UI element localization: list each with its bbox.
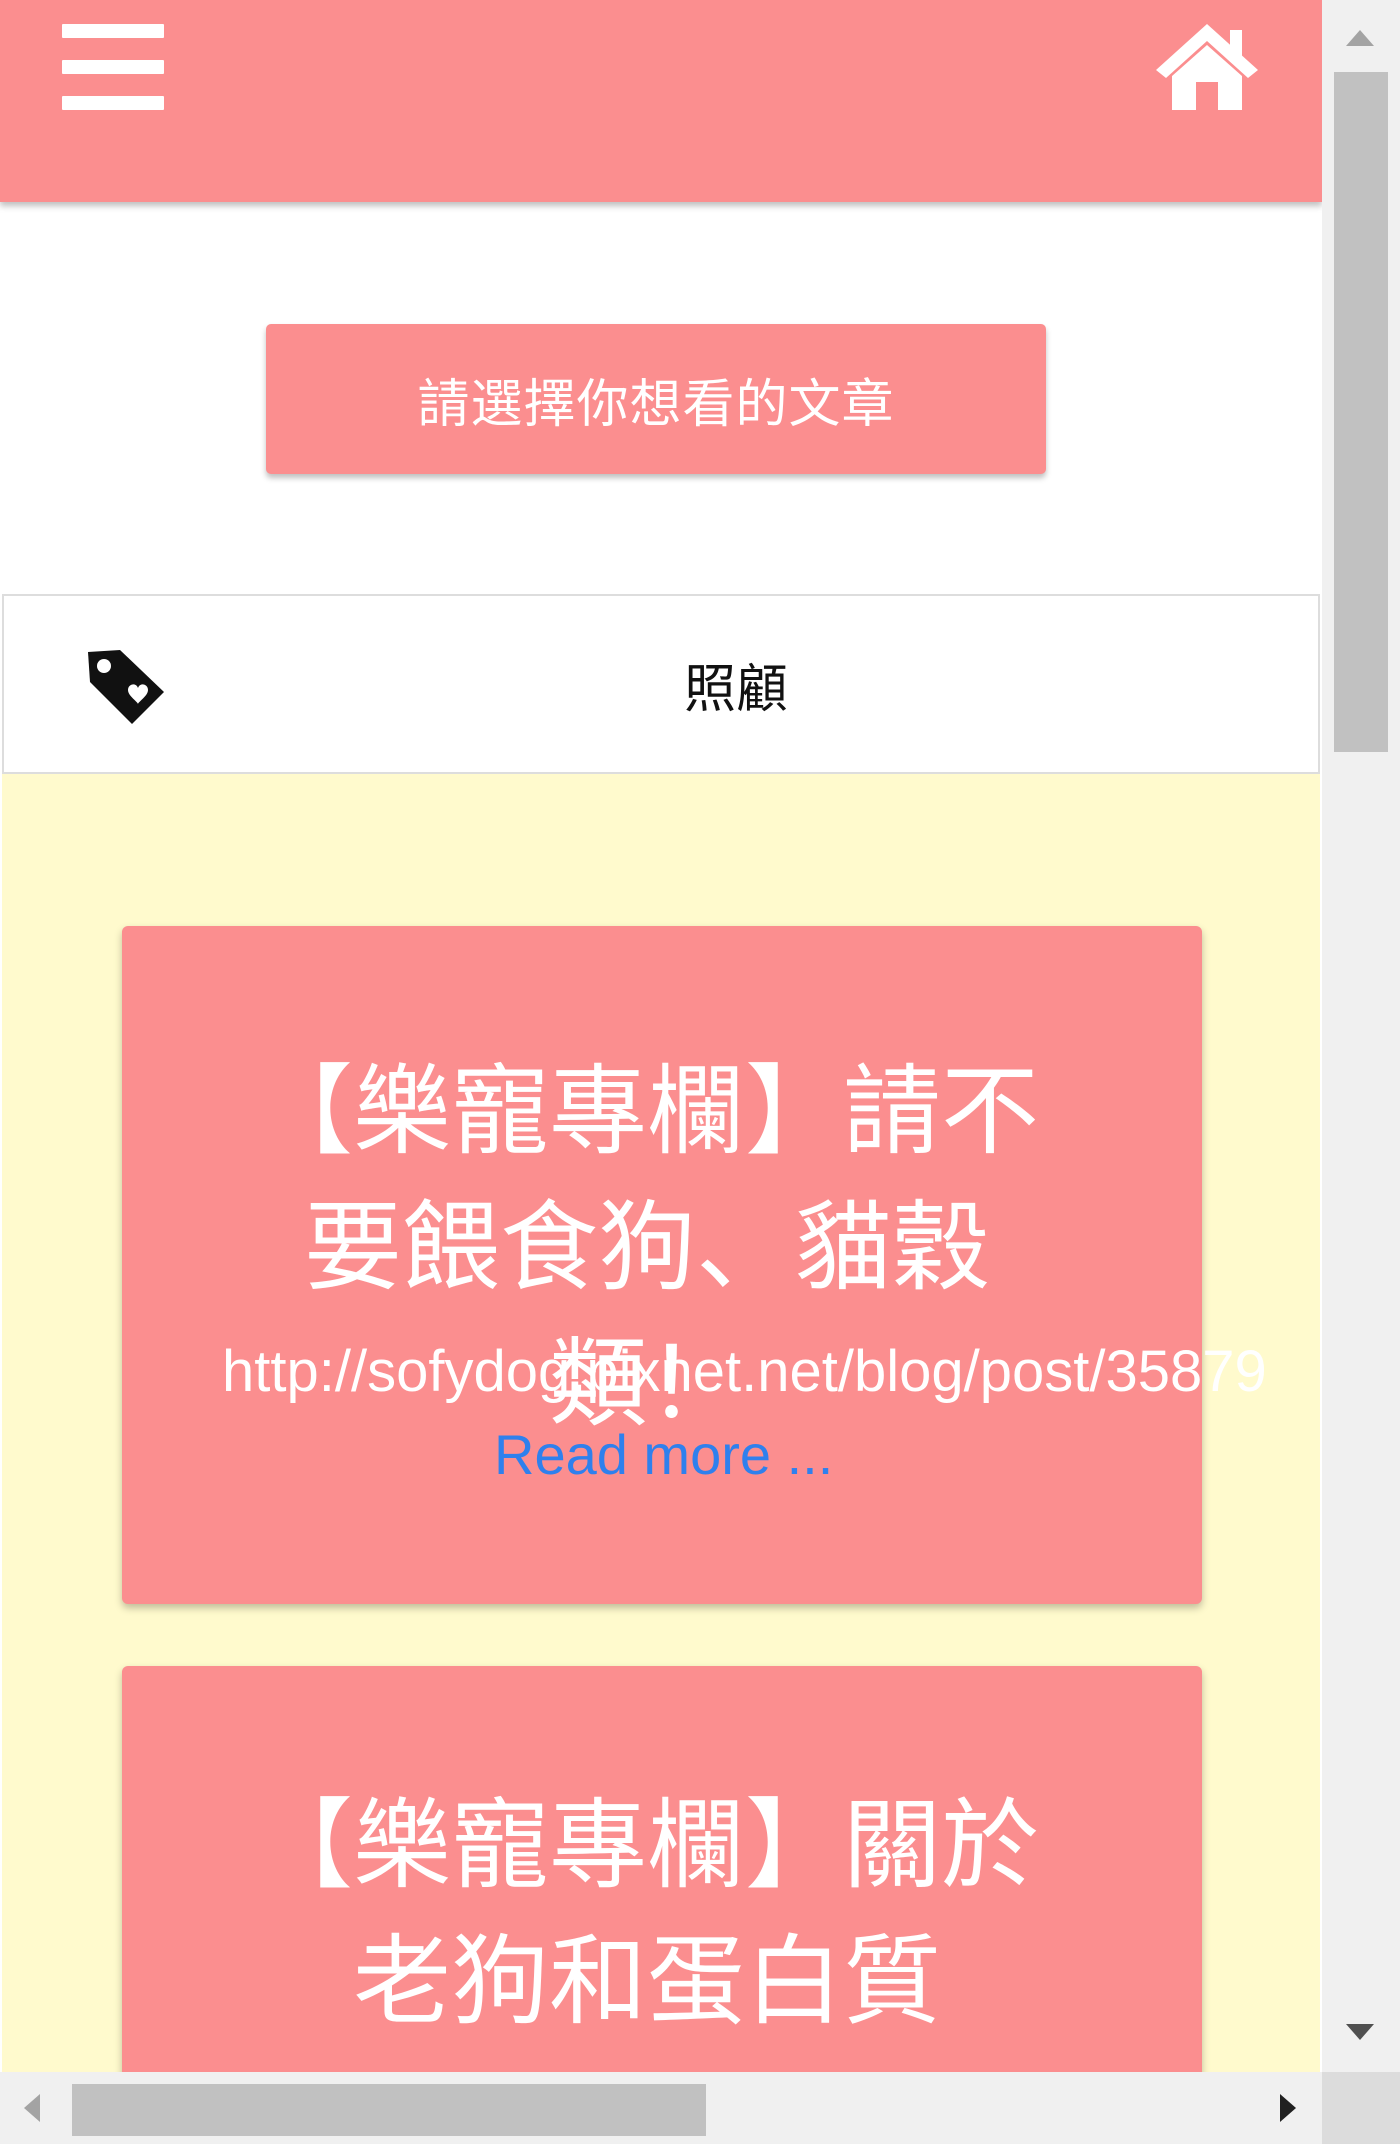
article-list: 【樂寵專欄】請不要餵食狗、貓穀類！ http://sofydog.pixnet.… xyxy=(2,774,1320,2072)
home-icon[interactable] xyxy=(1152,20,1262,112)
article-card[interactable]: 【樂寵專欄】關於老狗和蛋白質 xyxy=(122,1666,1202,2072)
category-header: 照顧 xyxy=(2,594,1320,774)
page-viewport: 請選擇你想看的文章 照顧 【樂寵專欄】請不要餵食狗、貓穀類！ http://so… xyxy=(0,0,1322,2072)
category-label: 照顧 xyxy=(683,659,788,720)
scroll-down-arrow-icon[interactable] xyxy=(1346,2024,1374,2040)
vertical-scroll-thumb[interactable] xyxy=(1334,72,1388,752)
article-title: 【樂寵專欄】關於老狗和蛋白質 xyxy=(254,1789,1039,2039)
scroll-left-arrow-icon[interactable] xyxy=(24,2094,40,2122)
article-card[interactable]: 【樂寵專欄】請不要餵食狗、貓穀類！ http://sofydog.pixnet.… xyxy=(122,926,1267,1604)
scroll-up-arrow-icon[interactable] xyxy=(1346,30,1374,46)
scrollbar-corner xyxy=(1322,2072,1400,2144)
horizontal-scroll-thumb[interactable] xyxy=(72,2084,706,2136)
scroll-right-arrow-icon[interactable] xyxy=(1280,2094,1296,2122)
vertical-scrollbar[interactable] xyxy=(1322,0,1400,2072)
hamburger-menu-icon[interactable] xyxy=(62,24,164,110)
horizontal-scrollbar[interactable] xyxy=(0,2072,1322,2144)
read-more-link[interactable]: Read more ... xyxy=(494,1422,833,1487)
top-navbar xyxy=(0,0,1322,202)
article-link-text: http://sofydog.pixnet.net/blog/post/3587… xyxy=(222,1339,1267,1404)
select-article-button[interactable]: 請選擇你想看的文章 xyxy=(266,324,1046,474)
